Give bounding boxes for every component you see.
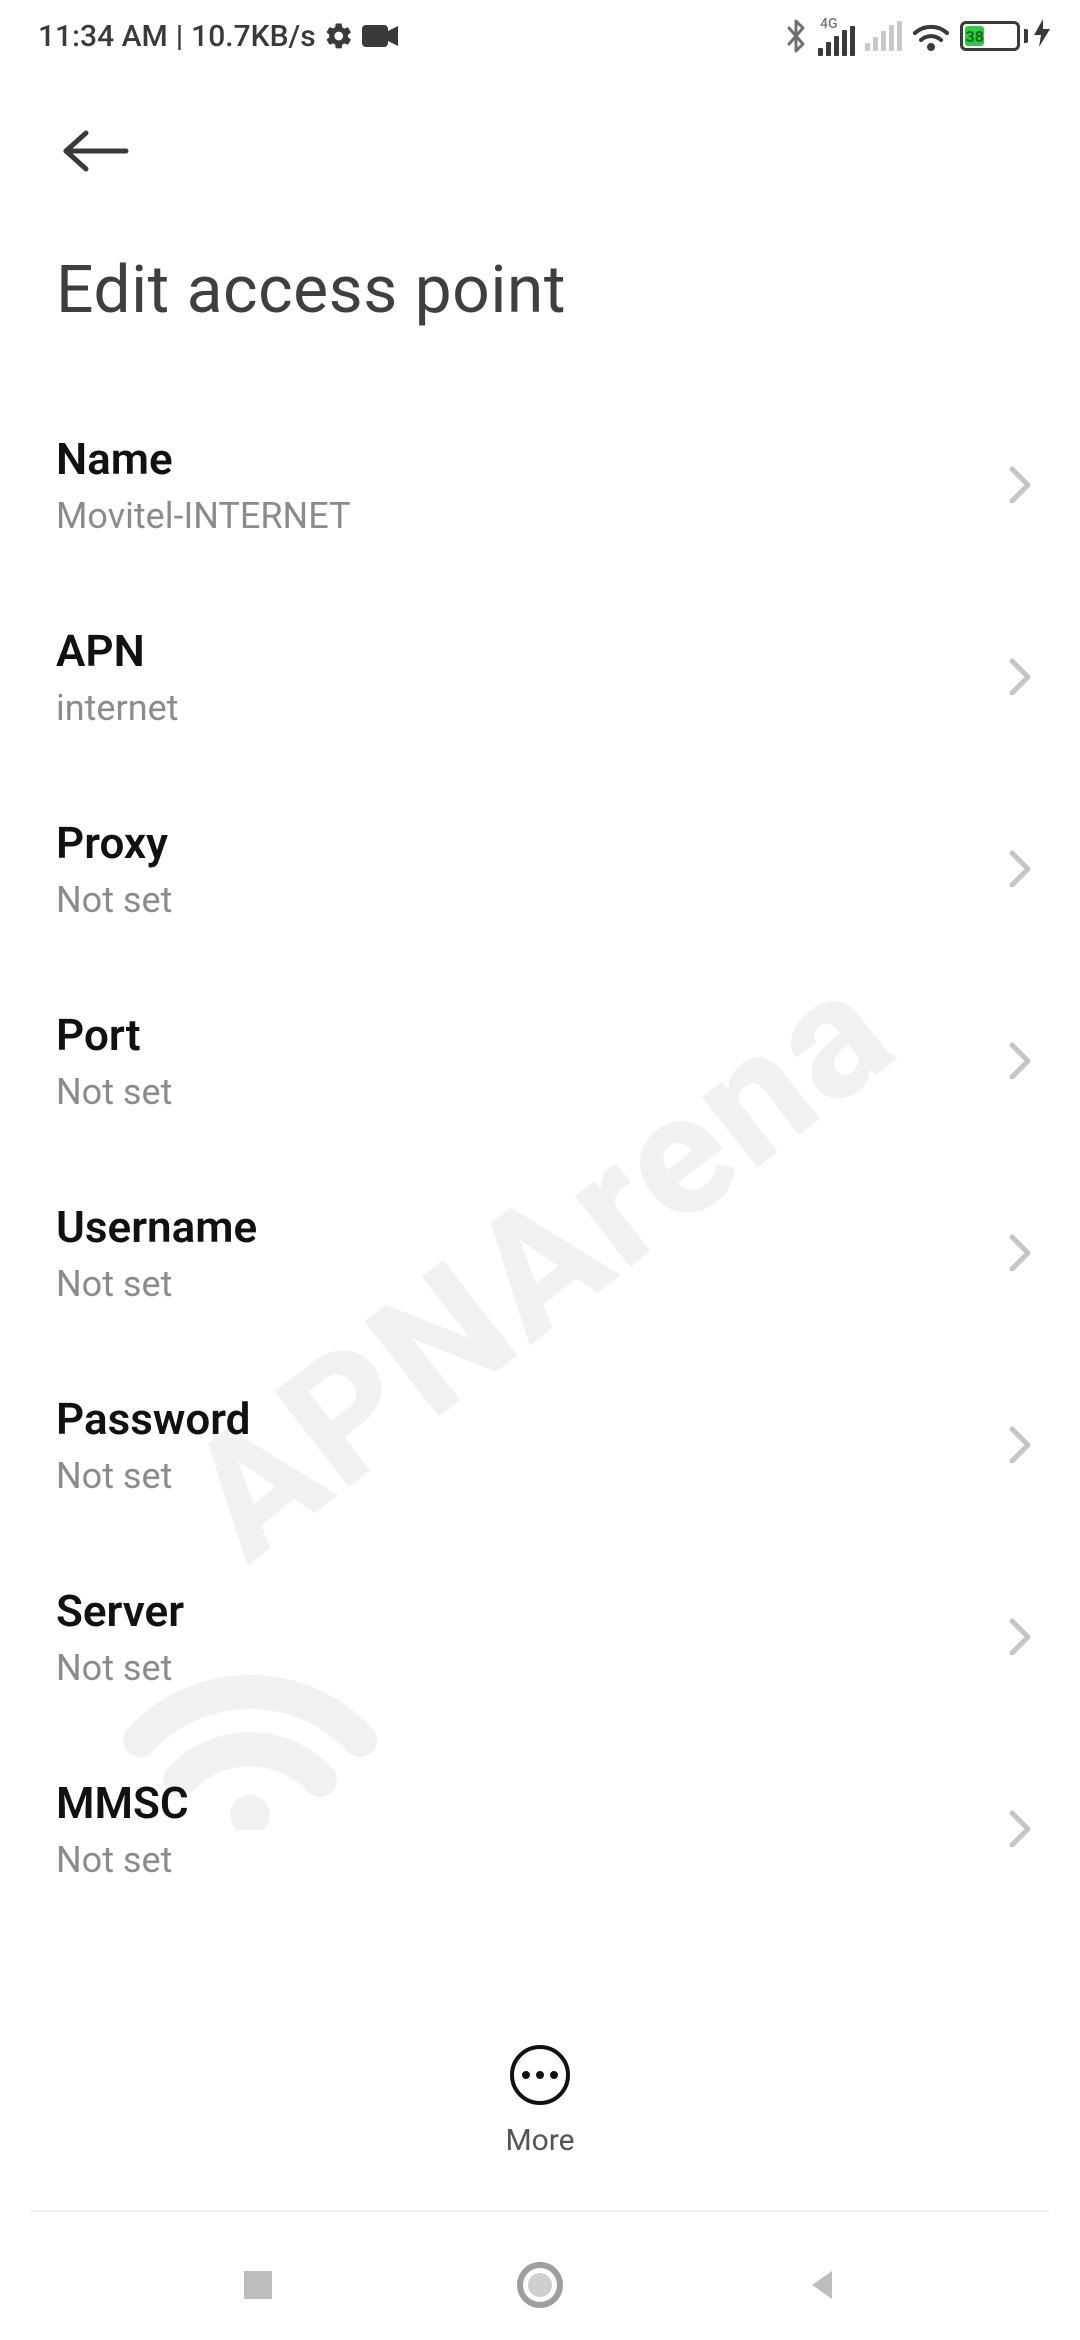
chevron-right-icon <box>1006 1231 1034 1275</box>
setting-label: APN <box>56 625 178 677</box>
chevron-right-icon <box>1006 655 1034 699</box>
nav-home-button[interactable] <box>515 2260 565 2310</box>
chevron-right-icon <box>1006 1423 1034 1467</box>
chevron-right-icon <box>1006 1615 1034 1659</box>
bottom-divider <box>30 2210 1050 2212</box>
setting-row-password[interactable]: Password Not set <box>56 1349 1044 1541</box>
status-separator: | <box>176 19 183 54</box>
setting-row-proxy[interactable]: Proxy Not set <box>56 773 1044 965</box>
more-label: More <box>505 2123 574 2158</box>
status-bar: 11:34 AM | 10.7KB/s 4G <box>0 0 1080 72</box>
arrow-left-icon <box>60 127 132 178</box>
gear-icon <box>324 21 354 51</box>
setting-label: MMSC <box>56 1777 189 1829</box>
setting-label: Proxy <box>56 817 172 869</box>
status-time: 11:34 AM <box>38 19 168 54</box>
chevron-right-icon <box>1006 847 1034 891</box>
battery-indicator: 38 <box>960 19 1050 54</box>
setting-value: Not set <box>56 1839 189 1879</box>
status-right: 4G 38 <box>784 16 1050 56</box>
signal-primary: 4G <box>818 16 855 56</box>
setting-value: Not set <box>56 879 172 921</box>
chevron-right-icon <box>1006 1039 1034 1083</box>
setting-label: Password <box>56 1393 250 1445</box>
more-button[interactable]: More <box>0 2045 1080 2158</box>
setting-value: Not set <box>56 1647 184 1689</box>
setting-label: Port <box>56 1009 172 1061</box>
chevron-right-icon <box>1006 1807 1034 1851</box>
setting-row-name[interactable]: Name Movitel-INTERNET <box>56 389 1044 581</box>
signal-secondary <box>865 21 902 51</box>
setting-value: Movitel-INTERNET <box>56 495 351 537</box>
settings-list: Name Movitel-INTERNET APN internet Proxy Not … <box>0 389 1080 1879</box>
charging-icon <box>1034 19 1050 54</box>
status-left: 11:34 AM | 10.7KB/s <box>38 19 398 54</box>
camera-icon <box>362 23 398 49</box>
setting-row-server[interactable]: Server Not set <box>56 1541 1044 1733</box>
setting-label: Server <box>56 1585 184 1637</box>
nav-back-button[interactable] <box>802 2265 842 2305</box>
more-icon <box>510 2045 570 2105</box>
setting-row-username[interactable]: Username Not set <box>56 1157 1044 1349</box>
system-navbar <box>0 2230 1080 2340</box>
chevron-right-icon <box>1006 463 1034 507</box>
setting-row-mmsc[interactable]: MMSC Not set <box>56 1733 1044 1879</box>
status-net-speed: 10.7KB/s <box>191 19 316 54</box>
page-title: Edit access point <box>0 192 1080 389</box>
back-button[interactable] <box>56 112 136 192</box>
setting-value: Not set <box>56 1071 172 1113</box>
wifi-icon <box>912 21 950 51</box>
nav-recent-button[interactable] <box>238 2265 278 2305</box>
battery-percent: 38 <box>966 27 984 46</box>
bluetooth-icon <box>784 19 808 53</box>
setting-row-apn[interactable]: APN internet <box>56 581 1044 773</box>
setting-value: Not set <box>56 1455 250 1497</box>
setting-row-port[interactable]: Port Not set <box>56 965 1044 1157</box>
setting-label: Name <box>56 433 351 485</box>
setting-value: internet <box>56 687 178 729</box>
setting-value: Not set <box>56 1263 257 1305</box>
setting-label: Username <box>56 1201 257 1253</box>
